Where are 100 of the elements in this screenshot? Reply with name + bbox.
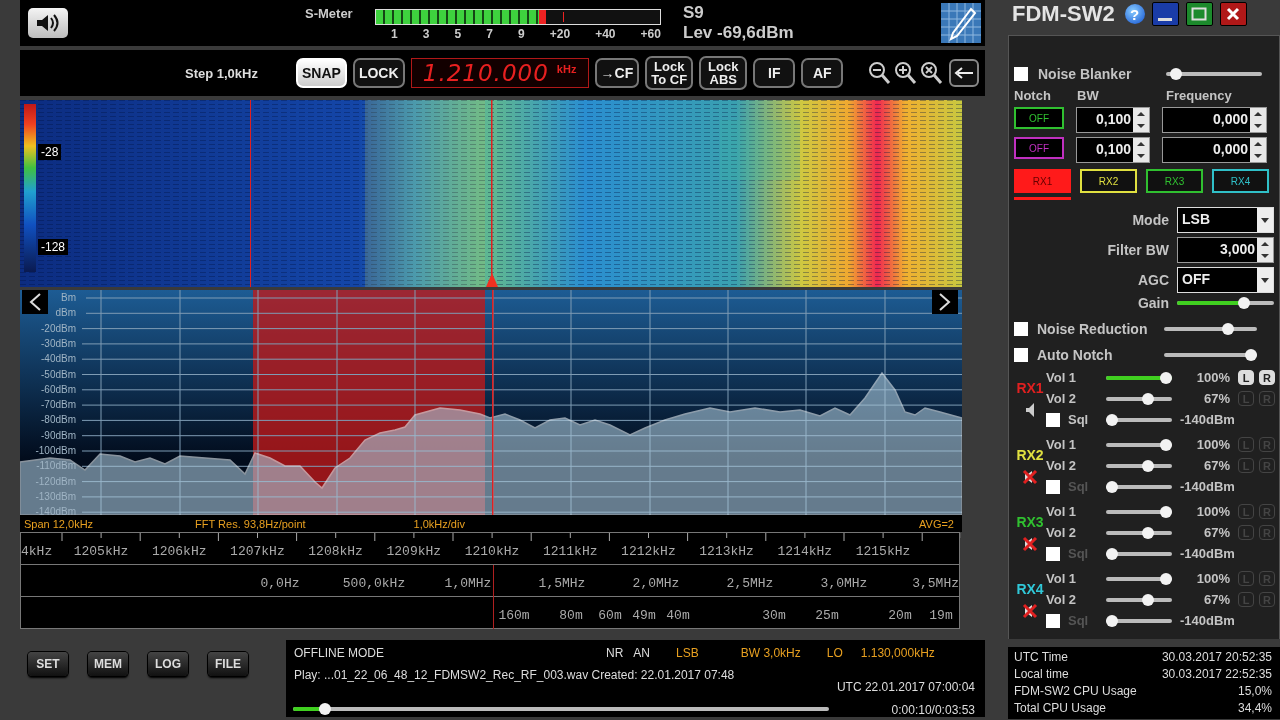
slider-thumb[interactable]	[1142, 459, 1155, 472]
checkbox[interactable]	[1046, 412, 1060, 427]
frequency-field[interactable]: 0,000	[1162, 107, 1267, 133]
checkbox[interactable]	[1014, 348, 1028, 362]
volume-slider[interactable]	[1106, 371, 1172, 384]
slider-thumb[interactable]	[1160, 371, 1172, 384]
checkbox[interactable]	[1046, 546, 1060, 561]
filter-bw-field[interactable]: 3,000	[1177, 237, 1274, 263]
volume-slider[interactable]	[1106, 526, 1172, 539]
scale-label: 3	[422, 27, 430, 41]
notch-toggle[interactable]: OFF	[1014, 107, 1064, 129]
toolbar-button[interactable]: SNAP	[296, 58, 347, 88]
gain-slider[interactable]	[1177, 297, 1274, 309]
receiver-tab[interactable]: RX2	[1080, 169, 1137, 193]
channel-button[interactable]: L	[1238, 370, 1254, 385]
scroll-right-button[interactable]	[932, 290, 958, 314]
slider[interactable]	[1166, 68, 1262, 80]
slider-thumb[interactable]	[1106, 547, 1118, 560]
maximize-button[interactable]	[1185, 2, 1213, 26]
slider[interactable]	[1164, 323, 1257, 335]
toolbar-button[interactable]: Lock ABS	[699, 56, 748, 90]
close-icon	[1226, 7, 1241, 21]
squelch-label: Sql	[1068, 412, 1089, 427]
playback-slider[interactable]	[293, 703, 829, 715]
minimize-button[interactable]	[1151, 2, 1179, 26]
pen-button[interactable]	[941, 3, 981, 43]
squelch-slider[interactable]	[1106, 413, 1172, 426]
caret-icon	[1261, 217, 1269, 223]
frequency-display[interactable]: 1.210.000 kHz	[410, 58, 589, 88]
zoom-out-icon[interactable]	[867, 60, 891, 86]
slider-thumb[interactable]	[1106, 413, 1118, 426]
notch-toggle[interactable]: OFF	[1014, 137, 1064, 159]
checkbox[interactable]	[1046, 613, 1060, 628]
toolbar-button[interactable]: LOG	[148, 652, 188, 676]
status-value: 34,4%	[1237, 701, 1272, 717]
level-label: -140dBm	[35, 506, 76, 519]
slider-thumb[interactable]	[1238, 297, 1251, 309]
toolbar-button[interactable]: LOCK	[352, 58, 405, 88]
slider-thumb[interactable]	[1106, 480, 1118, 493]
frequency-field[interactable]: 0,000	[1162, 137, 1267, 163]
frequency-label: 500,0kHz	[342, 576, 406, 591]
toolbar-button[interactable]: →CF	[594, 58, 640, 88]
agc-dropdown[interactable]: OFF	[1177, 267, 1274, 293]
volume-label: Vol 1	[1046, 504, 1078, 519]
slider-thumb[interactable]	[319, 703, 332, 715]
slider-thumb[interactable]	[1142, 392, 1155, 405]
slider[interactable]	[1164, 349, 1257, 361]
volume-slider[interactable]	[1106, 459, 1172, 472]
slider-thumb[interactable]	[1170, 68, 1183, 80]
volume-slider[interactable]	[1106, 572, 1172, 585]
slider-thumb[interactable]	[1106, 614, 1118, 627]
receiver-tab[interactable]: RX3	[1146, 169, 1203, 193]
checkbox[interactable]	[1014, 67, 1028, 81]
status-label: UTC Time	[1014, 650, 1068, 666]
close-button[interactable]	[1219, 2, 1247, 26]
slider-thumb[interactable]	[1160, 572, 1172, 585]
slider-thumb[interactable]	[1245, 349, 1257, 361]
volume-slider[interactable]	[1106, 392, 1172, 405]
speaker-icon[interactable]	[1024, 401, 1036, 418]
muted-icon[interactable]	[1022, 602, 1038, 619]
slider-thumb[interactable]	[1142, 526, 1155, 539]
band-label: 30m	[762, 608, 786, 623]
toolbar-button[interactable]: Lock To CF	[645, 56, 694, 90]
volume-slider[interactable]	[1106, 438, 1172, 451]
volume-reading: 67%	[1202, 458, 1230, 473]
slider-thumb[interactable]	[1222, 323, 1235, 335]
back-button[interactable]	[949, 59, 979, 87]
receiver-tab[interactable]: RX4	[1212, 169, 1269, 193]
mode-label: OFFLINE MODE	[294, 646, 384, 660]
volume-reading: 100%	[1195, 571, 1230, 586]
speaker-button[interactable]	[28, 8, 68, 38]
toolbar-button[interactable]: MEM	[88, 652, 128, 676]
squelch-slider[interactable]	[1106, 614, 1172, 627]
bandwidth-field[interactable]: 0,100	[1076, 137, 1150, 163]
level-label: -110dBm	[36, 460, 76, 473]
toolbar-button[interactable]: IF	[753, 58, 796, 88]
toolbar-button[interactable]: AF	[801, 58, 844, 88]
muted-icon[interactable]	[1022, 535, 1038, 552]
volume-slider[interactable]	[1106, 593, 1172, 606]
slider-thumb[interactable]	[1160, 505, 1172, 518]
muted-icon[interactable]	[1022, 468, 1038, 485]
toolbar-button[interactable]: SET	[28, 652, 68, 676]
slider-thumb[interactable]	[1160, 438, 1172, 451]
zoom-reset-icon[interactable]	[919, 60, 943, 86]
volume-label: Vol 2	[1046, 592, 1078, 607]
volume-slider[interactable]	[1106, 505, 1172, 518]
slider-thumb[interactable]	[1142, 593, 1155, 606]
frequency-label: 0,0Hz	[260, 576, 300, 591]
toolbar-button[interactable]: FILE	[208, 652, 248, 676]
bandwidth-field[interactable]: 0,100	[1076, 107, 1150, 133]
channel-button[interactable]: R	[1259, 370, 1275, 385]
mode-dropdown[interactable]: LSB	[1177, 207, 1274, 233]
squelch-slider[interactable]	[1106, 547, 1172, 560]
band-label: 25m	[815, 608, 839, 623]
checkbox[interactable]	[1046, 479, 1060, 494]
checkbox[interactable]	[1014, 322, 1028, 336]
zoom-in-icon[interactable]	[893, 60, 917, 86]
scroll-left-button[interactable]	[22, 290, 48, 314]
squelch-slider[interactable]	[1106, 480, 1172, 493]
receiver-label: RX1	[1016, 379, 1044, 396]
